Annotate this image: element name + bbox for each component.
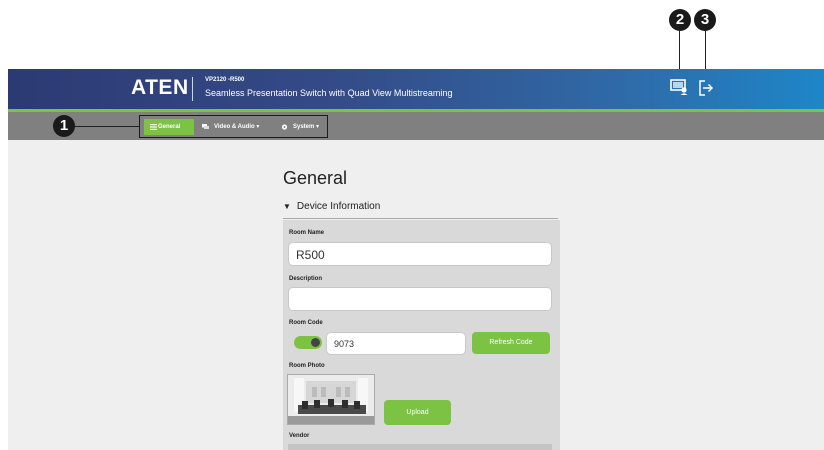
chat-icon (202, 124, 209, 129)
upload-button[interactable]: Upload (384, 400, 451, 425)
screenshot-stage: 2 3 ATEN VP2120 -R500 Seamless Presentat… (0, 0, 824, 450)
room-name-label: Room Name (289, 230, 325, 236)
collapse-triangle-icon: ▼ (283, 202, 291, 211)
menu-item-system[interactable]: System ▾ (281, 119, 319, 135)
callout-badge-1: 1 (53, 115, 75, 137)
product-name: Seamless Presentation Switch with Quad V… (205, 88, 453, 98)
description-field[interactable] (288, 287, 552, 311)
menu-label-general: General (158, 124, 181, 130)
callout-line-1 (75, 126, 139, 127)
list-icon (150, 124, 157, 130)
section-device-information[interactable]: ▼ Device Information (283, 201, 558, 219)
aten-logo: ATEN (131, 76, 189, 99)
room-code-value: 9073 (334, 339, 355, 349)
app-header: ATEN VP2120 -R500 Seamless Presentation … (8, 69, 824, 109)
gear-icon (281, 124, 288, 130)
room-name-value: R500 (296, 248, 325, 262)
toggle-knob (311, 338, 320, 347)
room-photo-label: Room Photo (289, 363, 325, 369)
section-title: Device Information (296, 201, 381, 212)
description-label: Description (289, 276, 323, 282)
vendor-field[interactable] (288, 444, 552, 450)
callout-badge-3: 3 (694, 9, 716, 31)
device-model: VP2120 -R500 (205, 77, 245, 83)
menu-label-video-audio: Video & Audio ▾ (214, 124, 260, 130)
menu-label-system: System ▾ (293, 124, 320, 130)
logout-icon[interactable] (698, 79, 714, 97)
conference-room-image (288, 375, 374, 424)
menu-highlight-box: General Video & Audio ▾ System ▾ (139, 115, 328, 138)
refresh-code-button[interactable]: Refresh Code (472, 332, 550, 354)
room-photo-thumbnail (287, 374, 375, 425)
header-divider (192, 77, 193, 101)
menu-item-video-audio[interactable]: Video & Audio ▾ (202, 119, 259, 135)
menu-item-general[interactable]: General (144, 119, 194, 135)
page-title: General (283, 168, 348, 188)
room-name-field[interactable]: R500 (288, 242, 552, 266)
room-code-label: Room Code (289, 320, 323, 326)
room-code-field[interactable]: 9073 (326, 332, 466, 355)
vendor-label: Vendor (289, 433, 310, 439)
monitor-user-icon[interactable] (670, 78, 688, 96)
callout-badge-2: 2 (669, 9, 691, 31)
room-code-toggle[interactable] (294, 336, 322, 349)
